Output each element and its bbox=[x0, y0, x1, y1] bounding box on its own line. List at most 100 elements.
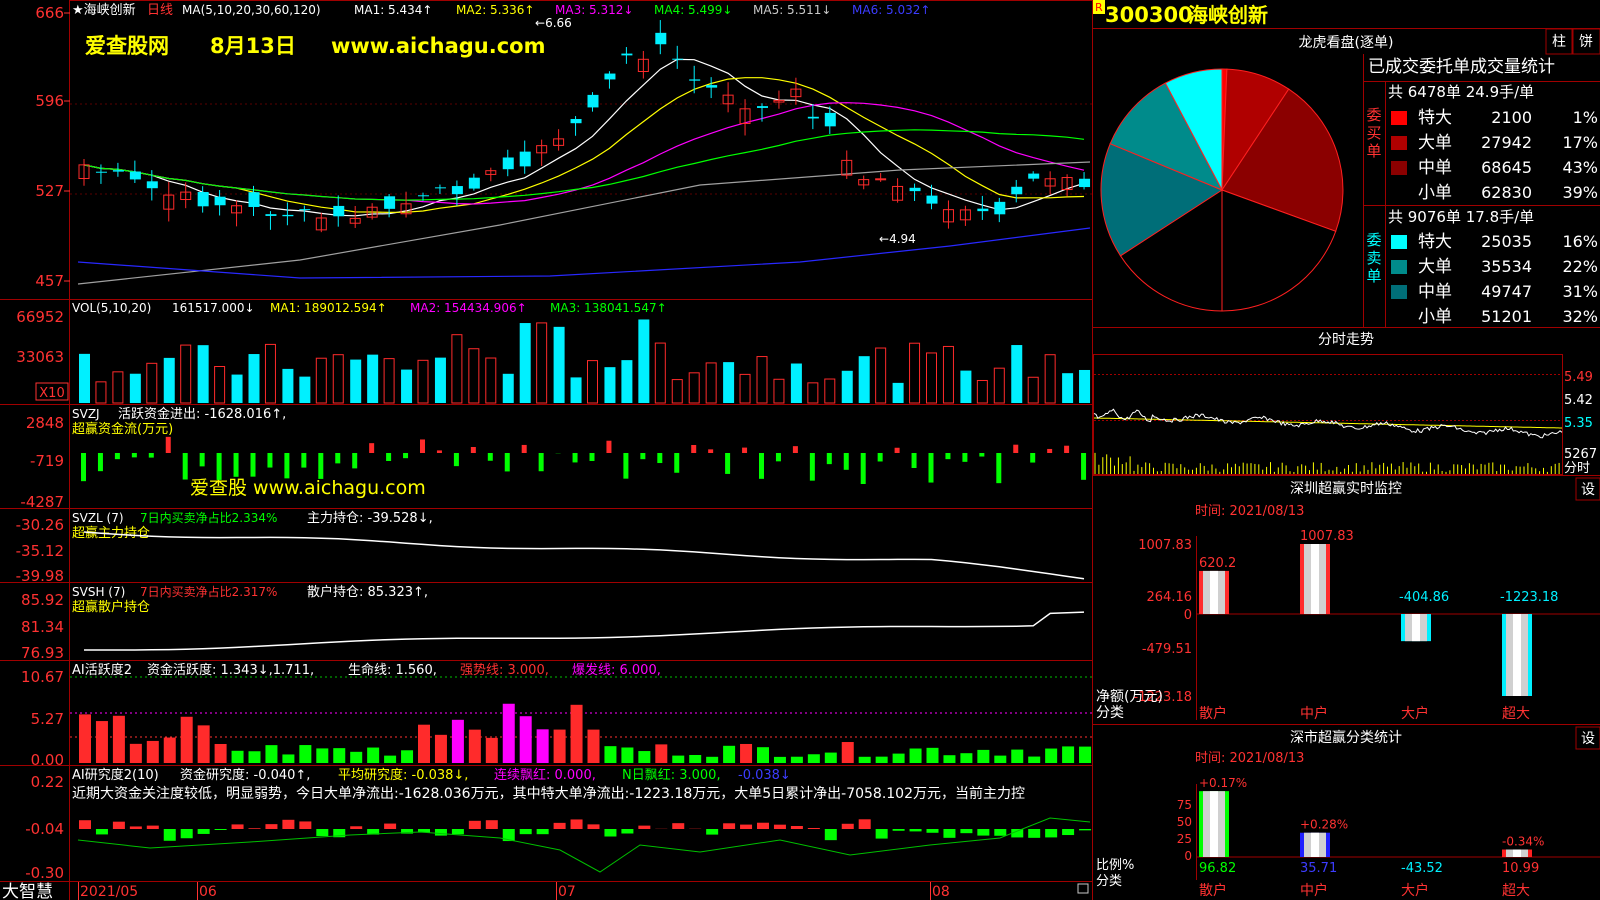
volume-bar bbox=[824, 378, 836, 404]
ai-research-ytick: 0.22 bbox=[31, 773, 64, 791]
candle-body-down bbox=[824, 112, 836, 127]
lock-icon[interactable] bbox=[1077, 883, 1089, 894]
volume-bar bbox=[705, 362, 717, 404]
svzj-ytick: -4287 bbox=[20, 493, 64, 511]
candle-body-down bbox=[282, 214, 294, 217]
svzj-bar bbox=[742, 447, 748, 453]
svzj-bar bbox=[81, 453, 86, 482]
row-label: 特大 bbox=[1418, 108, 1452, 128]
svzj-bar bbox=[1047, 448, 1053, 453]
svzj-bar bbox=[775, 453, 781, 462]
volume-bar bbox=[723, 362, 735, 403]
candle-body-down bbox=[655, 32, 667, 45]
legend-swatch bbox=[1390, 185, 1408, 201]
candle-body-down bbox=[909, 187, 921, 192]
research-bar bbox=[519, 829, 532, 835]
svzj-bar bbox=[114, 453, 120, 460]
candle-body-down bbox=[977, 208, 989, 212]
class-change-label: +0.17% bbox=[1199, 776, 1247, 790]
ai-research-bars bbox=[77, 817, 1092, 873]
watermark-url: www.aichagu.com bbox=[331, 34, 546, 58]
monitor-settings-label: 设 bbox=[1581, 482, 1595, 498]
ai-active-bar bbox=[112, 715, 125, 763]
research-bar bbox=[892, 829, 905, 831]
candle-body-down bbox=[384, 196, 396, 209]
legend-swatch bbox=[1391, 136, 1407, 150]
research-bar bbox=[570, 819, 583, 829]
class-ytick: 75 bbox=[1177, 798, 1192, 812]
candle-body-down bbox=[95, 171, 107, 173]
ai-active-bar bbox=[706, 756, 719, 763]
ai-active-bar bbox=[909, 748, 922, 763]
ai-research-label2: 平均研究度: -0.038↓, bbox=[338, 767, 468, 783]
research-bar bbox=[299, 821, 312, 829]
ma-line bbox=[83, 129, 1085, 201]
svzj-bar bbox=[962, 453, 968, 462]
panel-borders bbox=[0, 0, 1093, 900]
ai-active-bar bbox=[773, 756, 786, 763]
buy-total: 共 6478单 24.9手/单 bbox=[1388, 83, 1534, 101]
svzj-bar bbox=[572, 453, 578, 463]
svzj-bar bbox=[640, 453, 646, 460]
class-title: 深市超赢分类统计 bbox=[1290, 729, 1402, 746]
ai-active-bar bbox=[604, 746, 617, 763]
svsh-ytick: 85.92 bbox=[21, 591, 64, 609]
vol-ma1: MA1: 189012.594↑ bbox=[270, 301, 387, 315]
ai-active-bar bbox=[536, 729, 549, 763]
volume-bar bbox=[417, 359, 429, 404]
intraday-unit: 分时 bbox=[1564, 461, 1590, 476]
svzj-bar bbox=[403, 453, 409, 459]
sell-total: 共 9076单 17.8手/单 bbox=[1388, 208, 1534, 226]
research-bar bbox=[265, 824, 278, 829]
svzj-bar bbox=[318, 453, 324, 479]
ai-active-bar bbox=[418, 724, 430, 763]
ai-active-bar bbox=[299, 745, 312, 763]
research-bar bbox=[451, 829, 464, 835]
volume-bar bbox=[976, 379, 988, 404]
ai-active-bar bbox=[502, 703, 515, 763]
svzj-bar bbox=[826, 453, 832, 465]
volume-bar bbox=[146, 362, 158, 404]
svzj-bar bbox=[148, 453, 154, 458]
ai-active-bar bbox=[587, 729, 600, 763]
ma6-readout: MA6: 5.032↑ bbox=[852, 3, 930, 17]
ai-active-bar bbox=[95, 721, 108, 763]
candle-body-down bbox=[519, 151, 531, 167]
stock-title: 海峡创新 bbox=[1188, 3, 1268, 27]
monitor-bar-value: -404.86 bbox=[1399, 590, 1449, 605]
research-bar bbox=[672, 823, 685, 829]
research-bar bbox=[875, 829, 888, 839]
ai-active-bar bbox=[265, 745, 278, 763]
volume-bar bbox=[502, 373, 514, 403]
volume-bar bbox=[282, 368, 294, 403]
svzj-bar bbox=[420, 439, 425, 453]
x-label: 06 bbox=[199, 884, 217, 900]
monitor-title: 深圳超赢实时监控 bbox=[1290, 480, 1402, 497]
svzj-bar bbox=[131, 453, 137, 458]
ai-active-bar bbox=[977, 749, 990, 763]
ai-active-bar bbox=[468, 729, 481, 763]
legend-swatch bbox=[1391, 235, 1407, 249]
x-label: 2021/05 bbox=[80, 884, 138, 900]
class-change-label: +0.28% bbox=[1300, 818, 1348, 832]
monitor-ytick: 0 bbox=[1184, 608, 1192, 623]
volume-bar bbox=[519, 323, 531, 403]
vol-unit: X10 bbox=[39, 386, 64, 401]
volume-bar bbox=[264, 343, 276, 404]
ai-active-bar bbox=[1028, 756, 1041, 763]
ai-active-bar bbox=[960, 753, 973, 763]
candle-body-down bbox=[265, 214, 277, 216]
ai-active-bar bbox=[740, 743, 753, 763]
svzj-bar bbox=[843, 453, 849, 470]
buy-side-label: 委买单 bbox=[1366, 106, 1381, 160]
class-time: 时间: 2021/08/13 bbox=[1195, 751, 1304, 766]
research-bar bbox=[1079, 829, 1092, 831]
sell-rows: 特大 25035 16% 大单 35534 22% 中单 49747 31% 小单 51201 32% bbox=[1390, 232, 1598, 327]
order-pie-chart bbox=[1100, 68, 1344, 312]
svzj-bar bbox=[250, 453, 256, 477]
high-price-label: ←6.66 bbox=[535, 16, 572, 30]
research-bar bbox=[994, 829, 1007, 836]
candle-body-down bbox=[672, 58, 684, 60]
stock-code: 300300 bbox=[1105, 3, 1193, 27]
class-category-label: 大户 bbox=[1401, 882, 1429, 899]
